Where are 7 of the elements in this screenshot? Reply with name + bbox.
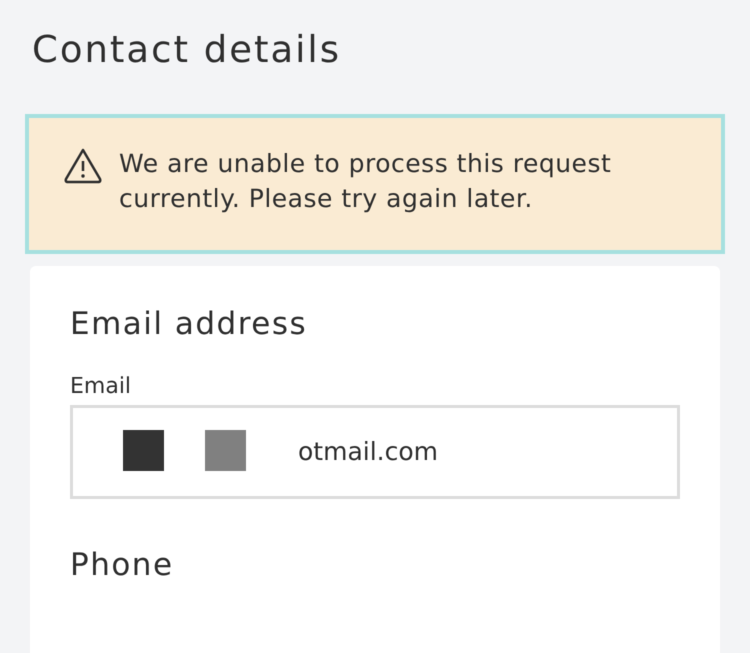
section-heading: Email address <box>70 306 308 344</box>
field-label: Email <box>70 372 132 401</box>
section-heading: Phone <box>70 546 175 584</box>
warning-icon <box>63 146 103 186</box>
alert-message: We are unable to process this request currently. Please try again later. <box>119 148 612 216</box>
email-field[interactable]: otmail.com <box>70 404 680 499</box>
page-title: Contact details <box>32 28 342 72</box>
